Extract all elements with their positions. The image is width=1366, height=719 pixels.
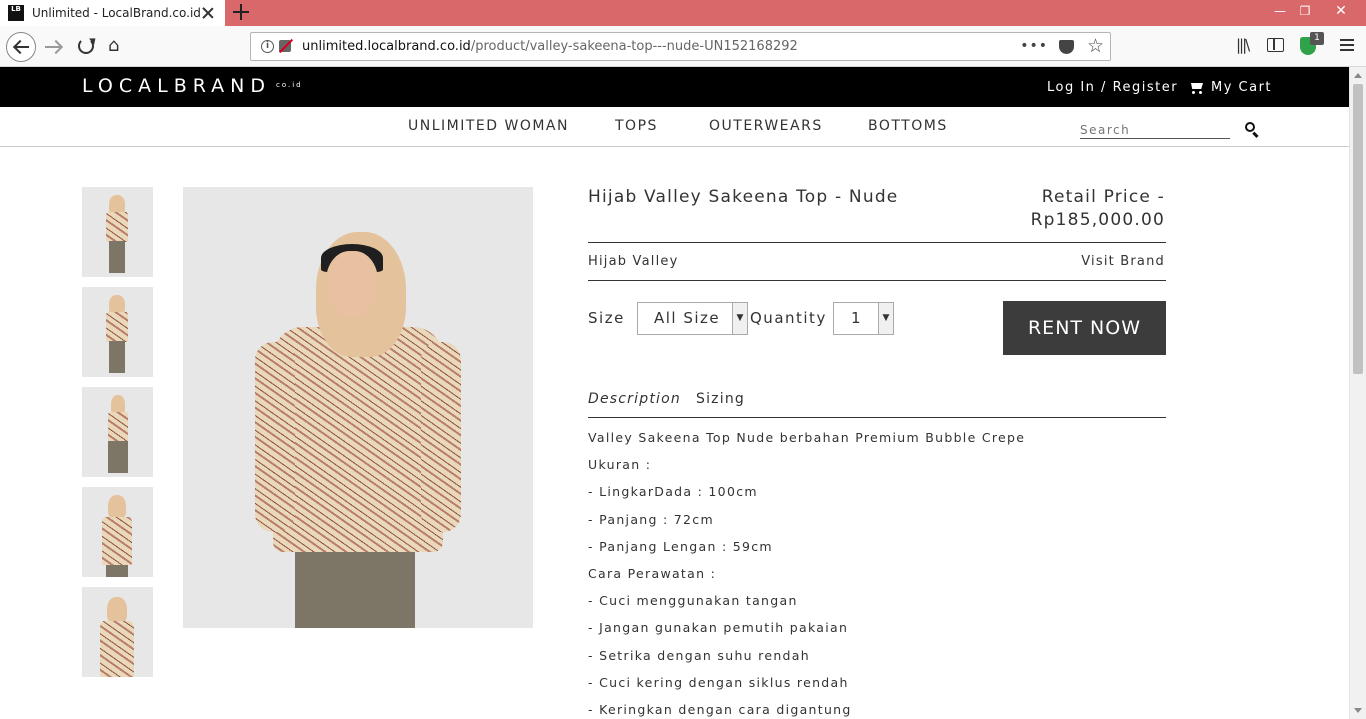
window-close-icon[interactable]: ✕ [1326,0,1356,24]
price-label: Retail Price - [1041,187,1165,207]
description-line: - Keringkan dengan cara digantung [588,701,852,717]
quantity-value: 1 [851,309,861,327]
divider [588,280,1166,281]
bookmark-star-icon[interactable]: ☆ [1087,35,1104,57]
description-line: - Jangan gunakan pemutih pakaian [588,620,849,636]
library-icon[interactable]: |||\ [1236,36,1250,54]
product-thumbnail[interactable] [82,287,153,377]
browser-toolbar: ⌂ i unlimited.localbrand.co.id/product/v… [0,26,1366,67]
hamburger-menu-icon[interactable] [1340,39,1354,51]
chevron-down-icon[interactable]: ▼ [732,303,747,334]
category-nav: UNLIMITED WOMAN TOPS OUTERWEARS BOTTOMS [0,107,1349,147]
tab-close-icon[interactable] [201,6,215,20]
nav-bottoms[interactable]: BOTTOMS [868,118,948,134]
size-label: Size [588,309,625,327]
nav-unlimited-woman[interactable]: UNLIMITED WOMAN [408,118,569,134]
description-line: Ukuran : [588,457,652,473]
page-actions-icon[interactable]: ••• [1020,38,1048,54]
quantity-label: Quantity [750,309,827,327]
nav-outerwears[interactable]: OUTERWEARS [709,118,823,134]
chevron-down-icon[interactable]: ▼ [878,303,893,334]
description-line: - Cuci kering dengan siklus rendah [588,674,849,690]
forward-icon[interactable] [44,38,62,56]
new-tab-icon[interactable] [232,3,250,21]
url-bar[interactable]: i unlimited.localbrand.co.id/product/val… [250,32,1111,61]
description-line: - Panjang Lengan : 59cm [588,538,773,554]
product-thumbnail[interactable] [82,387,153,477]
search-icon[interactable] [1245,122,1255,132]
product-main-image[interactable] [183,187,533,628]
description-line: - LingkarDada : 100cm [588,484,758,500]
site-header: LOCALBRAND co.id Log In / Register My Ca… [0,67,1349,107]
product-thumbnail[interactable] [82,487,153,577]
description-line: - Setrika dengan suhu rendah [588,647,810,663]
search-input[interactable] [1080,121,1230,139]
url-text[interactable]: unlimited.localbrand.co.id/product/valle… [302,39,798,54]
home-icon[interactable]: ⌂ [108,37,126,55]
tab-favicon-icon: LB [8,5,24,21]
site-logo[interactable]: LOCALBRAND [82,75,271,97]
site-logo-suffix: co.id [276,81,303,89]
visit-brand-link[interactable]: Visit Brand [1000,254,1165,269]
divider [588,417,1166,418]
description-line: Valley Sakeena Top Nude berbahan Premium… [588,430,1026,445]
login-register-link[interactable]: Log In / Register [1047,80,1178,95]
scroll-thumb[interactable] [1353,84,1363,374]
product-thumbnail[interactable] [82,587,153,677]
sidebar-icon[interactable] [1267,38,1284,52]
browser-titlebar: LB Unlimited - LocalBrand.co.id — ❐ ✕ [0,0,1366,26]
insecure-lock-icon[interactable] [279,40,291,52]
description-line: Cara Perawatan : [588,565,717,581]
size-select[interactable]: All Size ▼ [637,302,748,335]
description-line: - Cuci menggunakan tangan [588,593,798,609]
extension-badge: 1 [1310,32,1324,45]
pocket-icon[interactable] [1059,40,1074,54]
rent-now-button[interactable]: RENT NOW [1003,301,1166,355]
product-thumbnail[interactable] [82,187,153,277]
size-value: All Size [654,309,721,327]
reload-icon[interactable] [78,38,94,54]
quantity-select[interactable]: 1 ▼ [833,302,894,335]
divider [588,242,1166,243]
maximize-icon[interactable]: ❐ [1290,0,1320,24]
product-title: Hijab Valley Sakeena Top - Nude [588,187,899,207]
back-icon[interactable] [6,32,36,62]
scroll-down-icon[interactable] [1354,708,1362,713]
cart-icon[interactable] [1189,81,1205,94]
brand-name: Hijab Valley [588,254,679,269]
info-icon[interactable]: i [261,40,274,53]
scroll-up-icon[interactable] [1354,73,1362,78]
description-line: - Panjang : 72cm [588,511,714,527]
tab-description[interactable]: Description [588,391,681,407]
page-viewport: LOCALBRAND co.id Log In / Register My Ca… [0,67,1349,719]
description-text: Valley Sakeena Top Nude berbahan Premium… [588,430,1025,719]
tab-sizing[interactable]: Sizing [696,391,745,407]
my-cart-link[interactable]: My Cart [1211,80,1272,95]
page-scrollbar[interactable] [1349,67,1366,719]
tab-title: Unlimited - LocalBrand.co.id [32,6,201,20]
nav-tops[interactable]: TOPS [615,118,658,134]
browser-tab[interactable]: LB Unlimited - LocalBrand.co.id [0,0,225,26]
product-price: Rp185,000.00 [1030,210,1165,230]
